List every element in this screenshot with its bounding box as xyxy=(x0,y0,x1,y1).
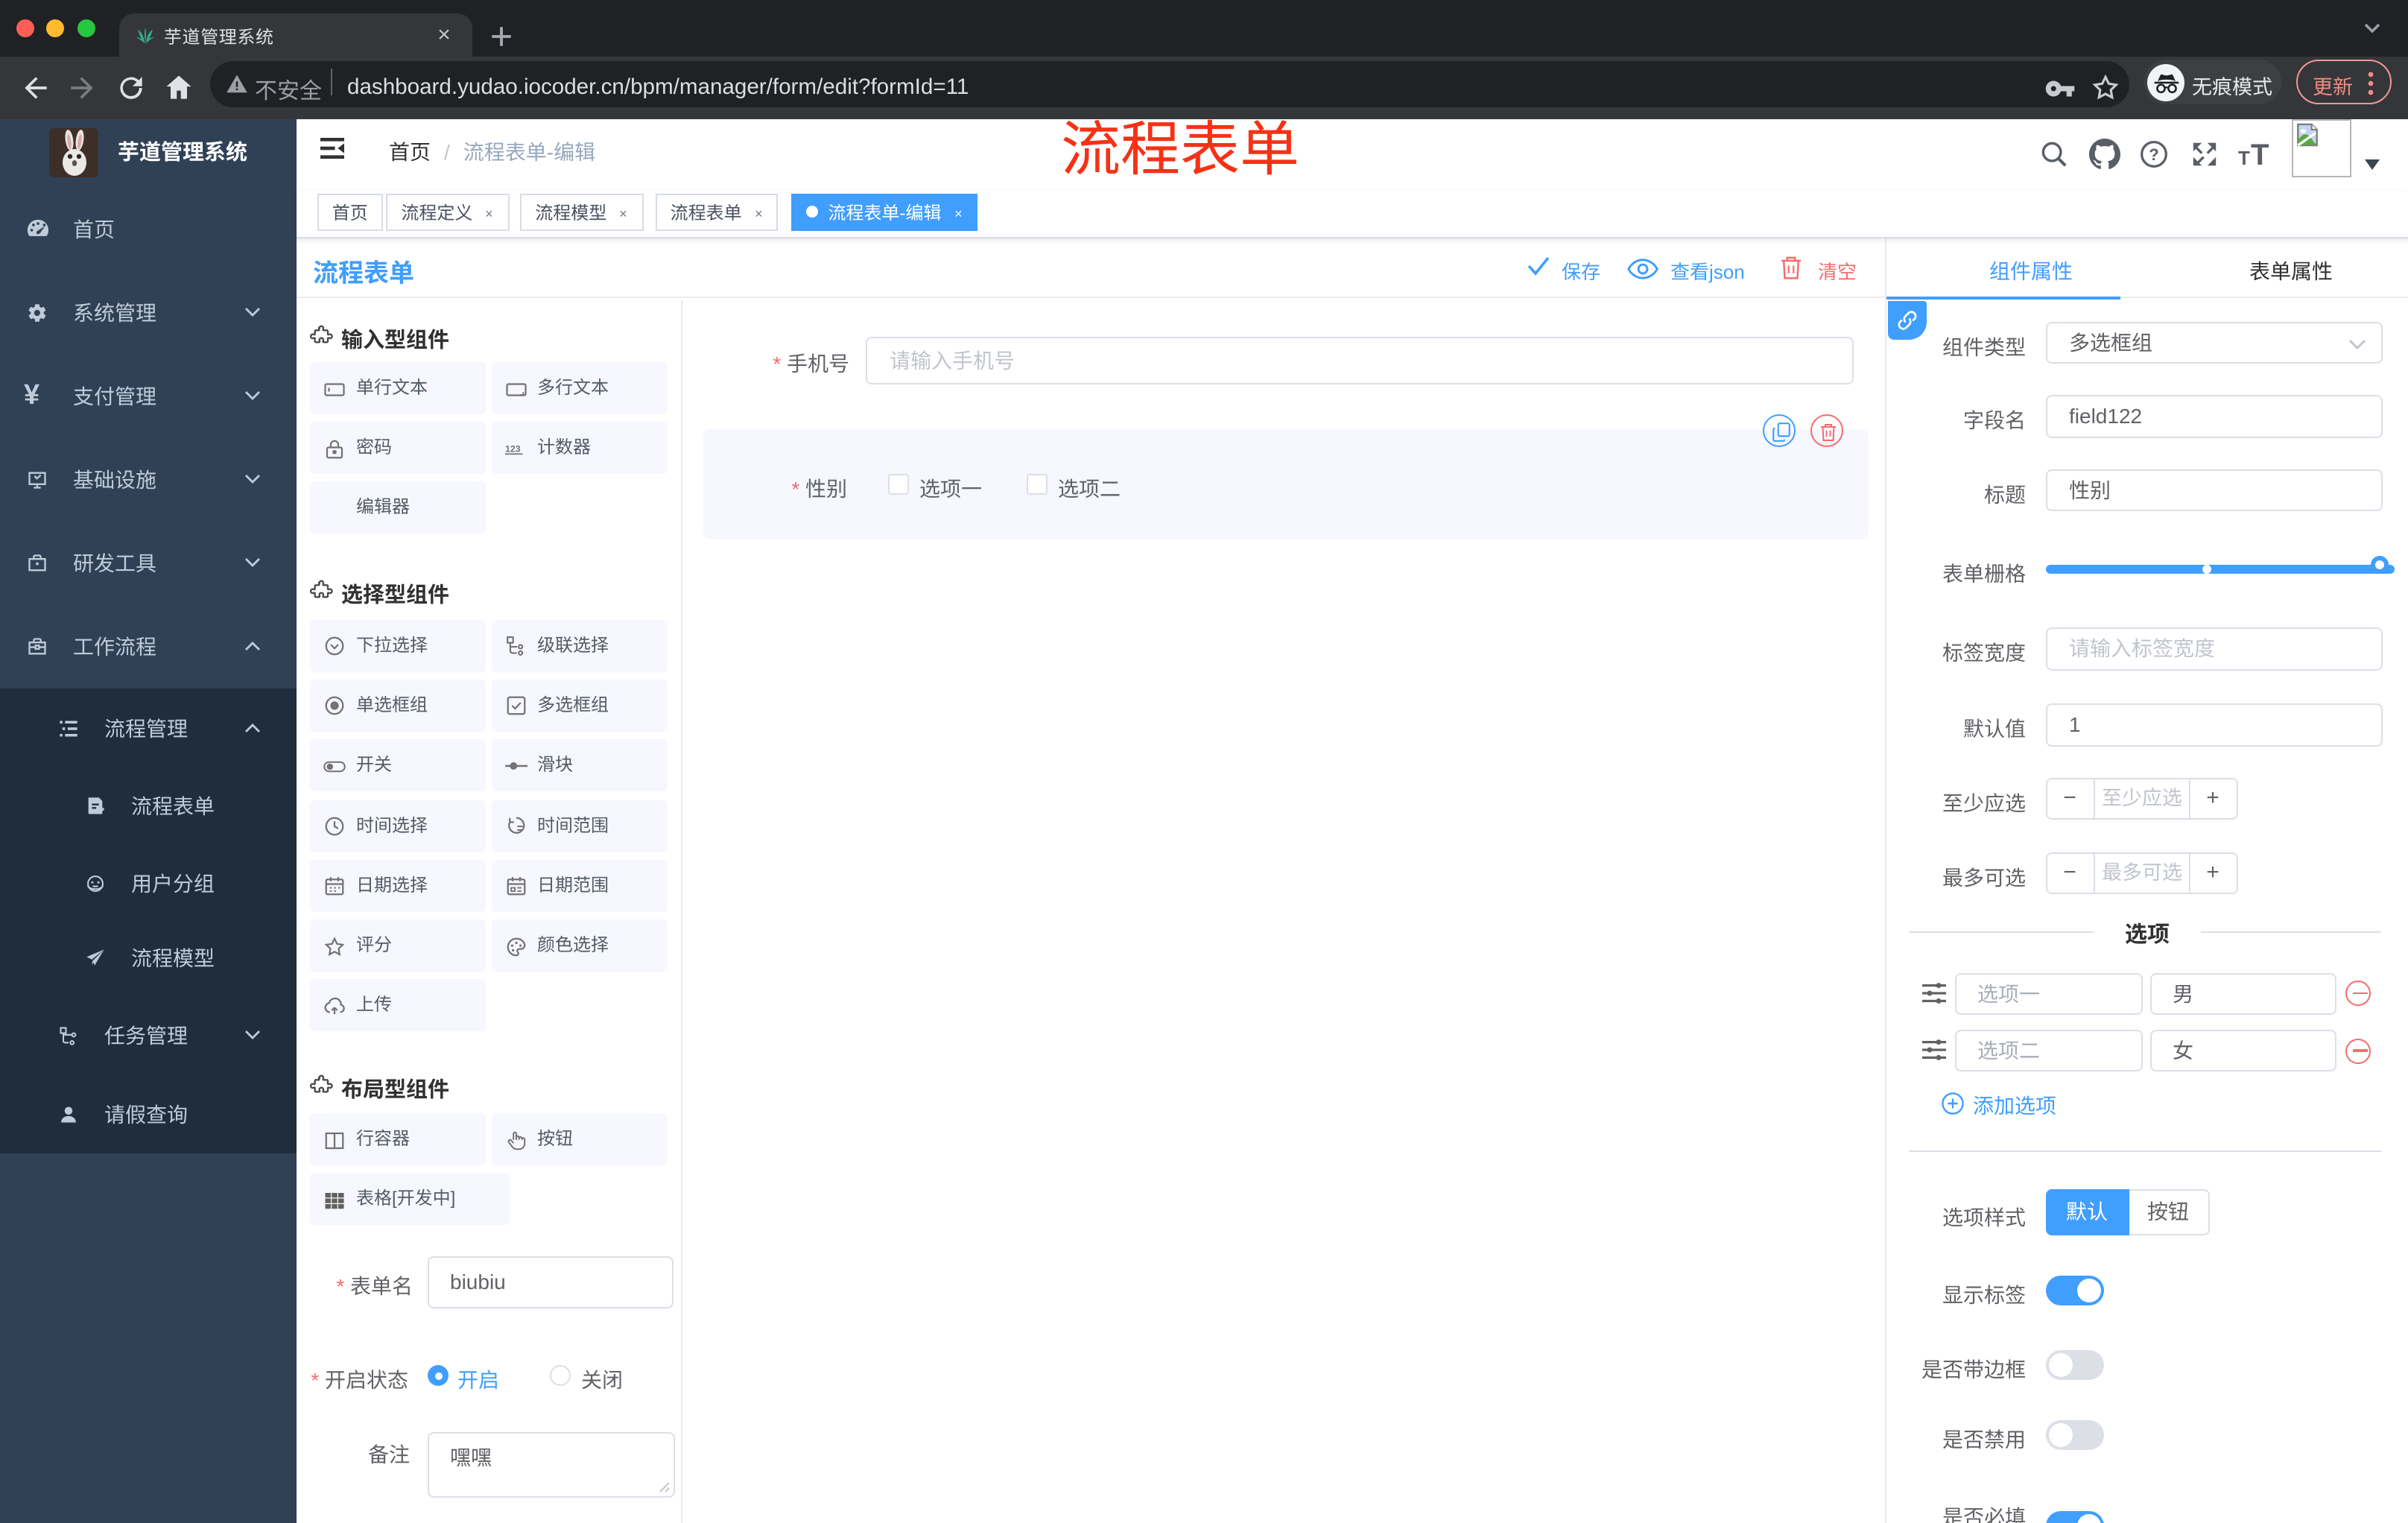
svg-text:?: ? xyxy=(2149,145,2158,164)
svg-text:T: T xyxy=(2238,147,2250,169)
svg-text:T: T xyxy=(2251,140,2269,170)
svg-text:123: 123 xyxy=(504,443,520,454)
